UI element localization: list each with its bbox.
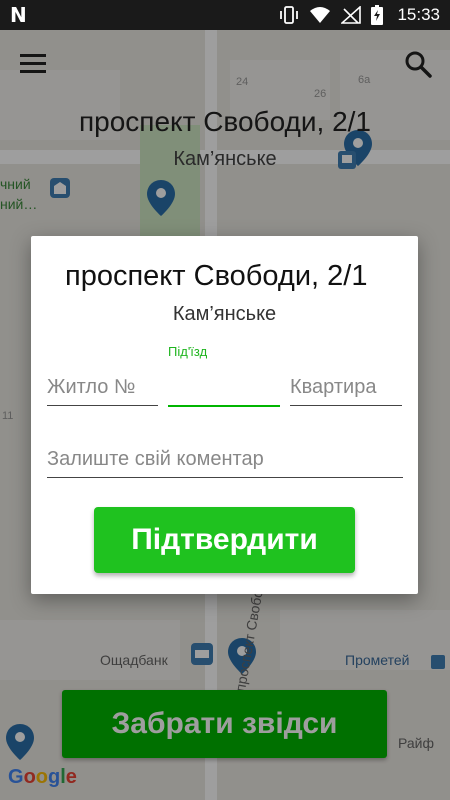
confirm-button[interactable]: Підтвердити	[94, 507, 355, 573]
app-notification-icon: N	[10, 3, 27, 27]
entrance-field: Під'їзд	[168, 344, 280, 407]
status-icons: 15:33	[279, 5, 440, 25]
status-time: 15:33	[397, 5, 440, 24]
entrance-input[interactable]	[168, 374, 280, 407]
dialog-address-title: проспект Свободи, 2/1	[65, 260, 368, 292]
comment-input[interactable]	[47, 446, 403, 478]
apartment-field	[290, 374, 402, 406]
status-bar: N 15:33	[0, 0, 450, 30]
vibrate-icon	[280, 6, 299, 24]
wifi-icon	[310, 7, 331, 23]
comment-field	[47, 446, 403, 478]
address-details-dialog: проспект Свободи, 2/1 Кам’янське Під'їзд…	[31, 236, 418, 594]
housing-field	[47, 374, 158, 406]
housing-number-input[interactable]	[47, 374, 158, 406]
entrance-label: Під'їзд	[168, 344, 208, 359]
dialog-city: Кам’янське	[172, 303, 277, 325]
signal-icon	[341, 6, 362, 24]
apartment-input[interactable]	[290, 374, 402, 406]
battery-icon	[371, 5, 384, 25]
